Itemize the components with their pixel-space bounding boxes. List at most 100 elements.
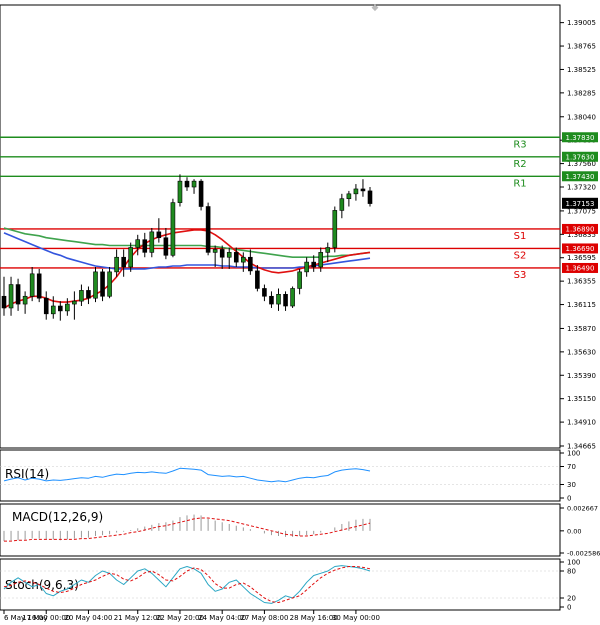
level-name-r1: R1 [513,178,526,189]
candle-body [65,303,70,312]
price-tick-label: 1.38040 [567,113,596,121]
candle-body [93,271,98,299]
price-tick-label: 1.36115 [567,301,596,309]
candle-body [1,295,7,309]
candle-body [163,237,169,256]
candle-body [226,252,232,258]
level-name-s1: S1 [514,231,527,242]
level-name-r2: R2 [513,159,526,170]
candle-body [212,249,218,253]
candle-body [86,290,91,299]
candle-body [360,188,366,192]
candle [93,266,98,303]
candle-body [142,239,148,253]
level-tag-s1: 1.36890 [566,225,595,233]
candle [36,268,42,303]
candle-body [177,180,183,203]
forex-chart: 1.39005 1.38765 1.38525 1.38285 1.38040 1.378… [0,0,600,625]
price-tick-label: 1.38285 [567,89,596,97]
candle-body [241,256,246,263]
candle-body [198,180,204,207]
candle [107,266,112,299]
macd-panel: MACD(12,26,9) 0.002667 0.00 -0.002586 [0,503,600,558]
candle-body [8,284,14,309]
rsi-tick-label: 0 [567,495,571,503]
candle-body [269,295,274,305]
time-tick-label: 21 May 12:00 [114,614,162,622]
candle-body [58,305,63,312]
price-tick-label: 1.39005 [567,19,596,27]
candle-body [290,288,295,307]
candle-body [149,231,155,253]
candle-body [121,256,126,268]
price-tick-label: 1.37320 [567,184,596,192]
macd-tick-label: 0.00 [567,527,581,535]
candle-body [79,290,84,302]
time-tick-label: 30 May 00:00 [332,614,380,622]
rsi-panel: RSI(14) 10070300 [0,449,580,503]
candle-body [353,188,359,195]
price-tick-label: 1.35390 [567,372,596,380]
candle-body [72,300,77,305]
time-tick-label: 17 May 00:00 [22,614,70,622]
time-tick-label: 20 May 04:00 [64,614,112,622]
level-tag-s3: 1.36490 [566,264,595,272]
level-name-s3: S3 [514,270,527,281]
candle-body [325,247,331,253]
price-tick-label: 1.36355 [567,278,596,286]
time-tick-label: 24 May 04:00 [198,614,246,622]
current-price-tag: 1.37153 [562,197,598,209]
level-tag-r3: 1.37830 [566,134,595,142]
candle-body [304,261,309,273]
macd-label: MACD(12,26,9) [12,510,103,524]
candle-body [43,297,49,315]
level-tag-s2: 1.36690 [566,245,595,253]
price-tick-label: 1.34910 [567,419,596,427]
stoch-tick-label: 100 [567,559,580,567]
candle-body [15,284,21,305]
candle-body [346,193,352,200]
candle [290,286,295,308]
candle-body [107,271,112,297]
stoch-tick-label: 0 [567,604,571,612]
candle-body [114,256,119,273]
candle-body [367,190,373,204]
price-tick-label: 1.36595 [567,254,596,262]
candle-body [205,206,211,253]
candle-body [233,252,239,263]
scroll-arrow-icon[interactable]: ◆ [372,3,379,13]
candle-body [255,270,260,289]
price-tick-label: 1.38765 [567,43,596,51]
candle-body [318,252,324,268]
time-tick-label: 28 May 16:00 [290,614,338,622]
candle-body [297,271,302,289]
price-panel: 1.39005 1.38765 1.38525 1.38285 1.38040 1.378… [0,3,598,451]
level-tag-r1: 1.37430 [566,173,595,181]
price-tick-label: 1.38525 [567,66,596,74]
candle-body [191,180,197,188]
stoch-panel: Stoch(9,6,3) 10080 200 [0,558,580,612]
candle-body [135,239,141,248]
candle-body [311,261,316,268]
candle-body [50,305,56,315]
candle-body [219,249,225,258]
candle-body [248,256,253,272]
candle [332,206,338,253]
candle-body [22,295,28,305]
rsi-tick-label: 100 [567,450,580,458]
candle-body [283,294,288,307]
candle-body [128,247,133,268]
candle-body [156,231,162,239]
candle-body [262,288,267,297]
stoch-tick-label: 80 [567,568,576,576]
level-name-s2: S2 [514,250,527,261]
rsi-tick-label: 70 [567,463,576,471]
time-tick-label: 22 May 20:00 [156,614,204,622]
level-name-r3: R3 [513,139,526,150]
level-tag-r2: 1.37630 [566,153,595,161]
price-tick-label: 1.35150 [567,395,596,403]
candle-body [100,271,105,297]
candle-body [29,273,35,297]
candle-body [276,294,281,305]
current-price-label: 1.37153 [566,200,595,208]
